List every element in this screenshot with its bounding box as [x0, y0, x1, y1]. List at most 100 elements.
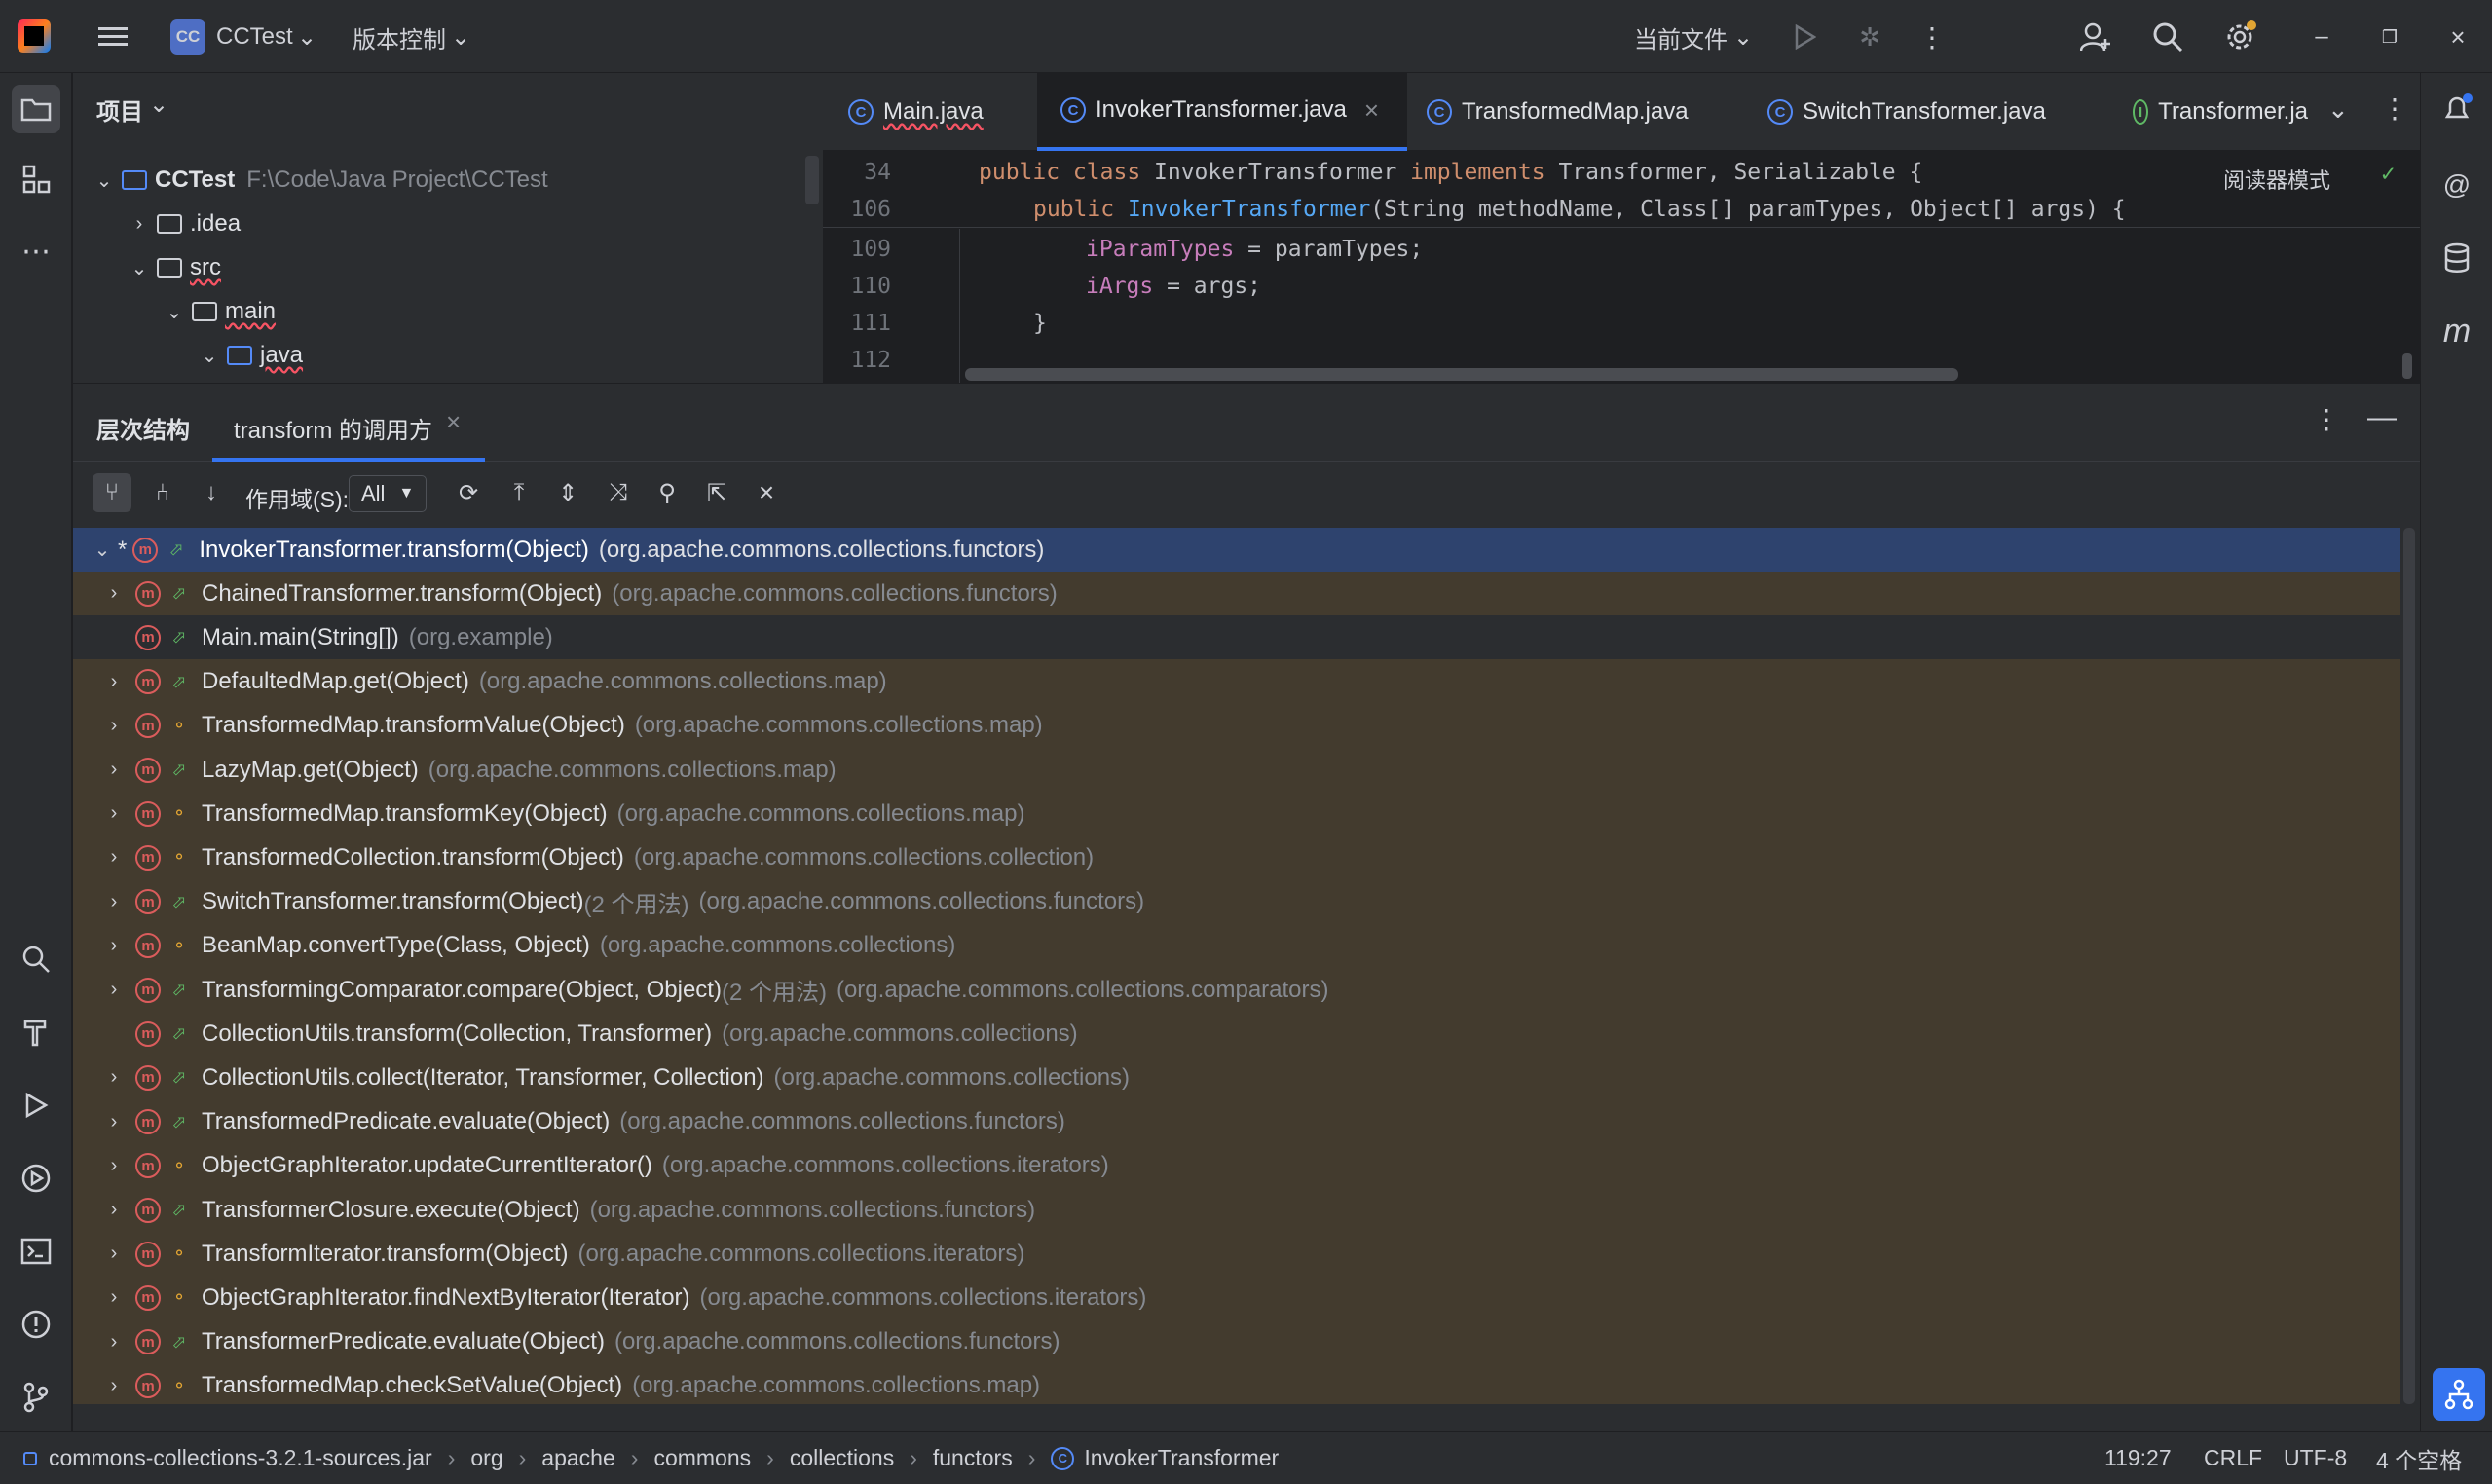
code-line[interactable]: 111 } [823, 305, 1046, 342]
tab-invokertransformer-java[interactable]: C InvokerTransformer.java × [1037, 73, 1407, 151]
settings-gear-icon[interactable] [2220, 18, 2259, 56]
breadcrumb-item[interactable]: org [470, 1445, 502, 1471]
chevron-right-icon[interactable]: › [102, 1243, 126, 1265]
tab-transformer-java[interactable]: I Transformer.ja [2113, 73, 2308, 151]
chevron-right-icon[interactable]: › [128, 213, 151, 236]
tree-row[interactable]: › m ⬀ LazyMap.get(Object) (org.apache.common… [73, 748, 2400, 792]
refresh-icon[interactable]: ⟳ [449, 473, 488, 512]
main-menu-icon[interactable] [95, 19, 130, 55]
chevron-down-icon[interactable]: ⌄ [128, 256, 151, 280]
scrollbar[interactable] [805, 156, 819, 204]
expand-all-icon[interactable]: ⇕ [548, 473, 587, 512]
sticky-line[interactable]: 106 public InvokerTransformer (String met… [823, 191, 2125, 228]
structure-icon[interactable] [12, 155, 60, 204]
tree-item-src[interactable]: ⌄ src [128, 248, 221, 287]
maven-icon[interactable]: m [2433, 307, 2481, 355]
tree-row[interactable]: m ⬀ Main.main(String[]) (org.example) [73, 615, 2400, 660]
close-tab-icon[interactable]: × [1364, 95, 1379, 126]
tree-row[interactable]: m ⬀ CollectionUtils.transform(Collection, … [73, 1012, 2400, 1056]
tree-row[interactable]: › m ⚬ TransformedCollection.transform(Objec… [73, 835, 2400, 879]
restore-icon[interactable]: ❐ [2372, 19, 2407, 55]
search-icon[interactable] [2148, 18, 2187, 56]
git-branch-icon[interactable] [12, 1373, 60, 1422]
chevron-right-icon[interactable]: › [102, 802, 126, 825]
chevron-down-icon[interactable]: ⌄ [163, 300, 186, 324]
tree-row[interactable]: › m ⚬ TransformedMap.transformValue(Object)… [73, 704, 2400, 748]
file-encoding[interactable]: UTF-8 [2284, 1445, 2347, 1471]
tree-row[interactable]: › m ⬀ CollectionUtils.collect(Iterator, Tra… [73, 1056, 2400, 1099]
tree-item-java[interactable]: ⌄ java [198, 336, 303, 375]
tree-row[interactable]: › m ⚬ ObjectGraphIterator.updateCurrentIter… [73, 1144, 2400, 1188]
tree-root-row[interactable]: ⌄ * m ⬀ InvokerTransformer.transform(Object)… [73, 528, 2400, 572]
chevron-down-icon[interactable]: ⌄ [149, 91, 168, 119]
minimize-icon[interactable]: – [2304, 19, 2339, 55]
notifications-bell-icon[interactable] [2433, 85, 2481, 133]
tab-switchtransformer-java[interactable]: C SwitchTransformer.java [1748, 73, 2099, 151]
tree-row[interactable]: › m ⬀ TransformingComparator.compare(Object… [73, 968, 2400, 1012]
code-line[interactable]: 110 iArgs = args; [823, 268, 1261, 305]
chevron-down-icon[interactable]: ⌄ [1733, 19, 1753, 55]
sort-alphabetically-icon[interactable]: ↓ [192, 473, 231, 512]
chevron-right-icon[interactable]: › [102, 1066, 126, 1089]
vertical-scrollbar[interactable] [2403, 528, 2415, 1404]
hierarchy-panel-title[interactable]: 层次结构 [96, 411, 190, 445]
close-icon[interactable]: × [747, 473, 786, 512]
chevron-right-icon[interactable]: › [102, 715, 126, 737]
chevron-right-icon[interactable]: › [102, 582, 126, 605]
vcs-menu[interactable]: 版本控制 [353, 19, 446, 55]
terminal-icon[interactable] [12, 1227, 60, 1276]
chevron-down-icon[interactable]: ⌄ [93, 168, 116, 193]
more-tools-icon[interactable]: ⋯ [12, 227, 60, 276]
project-badge[interactable]: CC [170, 19, 205, 55]
breadcrumb-item[interactable]: commons-collections-3.2.1-sources.jar [49, 1445, 432, 1471]
breadcrumb-item[interactable]: functors [933, 1445, 1013, 1471]
project-panel-title[interactable]: 项目 [96, 93, 143, 127]
chevron-down-icon[interactable]: ⌄ [451, 19, 470, 55]
chevron-down-icon[interactable]: ⌄ [91, 538, 114, 562]
horizontal-scrollbar[interactable] [965, 368, 1958, 381]
chevron-right-icon[interactable]: › [102, 1111, 126, 1133]
line-separator[interactable]: CRLF [2204, 1445, 2262, 1471]
scope-select[interactable]: All ▼ [349, 475, 428, 512]
search-icon[interactable] [12, 935, 60, 983]
base-on-this-icon[interactable]: ⤒ [500, 473, 539, 512]
project-folder-icon[interactable] [12, 85, 60, 133]
ai-assistant-icon[interactable]: @ [2433, 161, 2481, 209]
chevron-down-icon[interactable]: ⌄ [2327, 94, 2349, 125]
chevron-down-icon[interactable]: ⌄ [198, 344, 221, 368]
tree-row[interactable]: › m ⚬ TransformedMap.transformKey(Object) (o… [73, 792, 2400, 835]
tree-item-main[interactable]: ⌄ main [163, 292, 276, 331]
chevron-right-icon[interactable]: › [102, 846, 126, 869]
run-icon[interactable] [12, 1081, 60, 1130]
run-config-select[interactable]: 当前文件 [1634, 19, 1728, 55]
tree-row[interactable]: › m ⬀ DefaultedMap.get(Object) (org.apache.c… [73, 660, 2400, 704]
tree-row[interactable]: › m ⬀ TransformedPredicate.evaluate(Object)… [73, 1100, 2400, 1144]
services-icon[interactable] [12, 1154, 60, 1203]
chevron-down-icon[interactable]: ⌄ [297, 19, 316, 55]
run-icon[interactable] [1788, 19, 1823, 55]
hide-panel-icon[interactable]: — [2367, 401, 2397, 434]
sticky-line[interactable]: 34 public class InvokerTransformer imple… [823, 154, 1922, 191]
caller-hierarchy-icon[interactable]: ⑂ [93, 473, 131, 512]
tab-main-java[interactable]: C Main.java [823, 73, 1037, 151]
breadcrumb-item[interactable]: commons [653, 1445, 751, 1471]
chevron-right-icon[interactable]: › [102, 935, 126, 957]
tree-row[interactable]: › m ⚬ BeanMap.convertType(Class, Object) (or… [73, 924, 2400, 968]
caller-tree[interactable]: ⌄ * m ⬀ InvokerTransformer.transform(Object)… [73, 528, 2400, 1404]
chevron-right-icon[interactable]: › [102, 1331, 126, 1354]
more-options-icon[interactable]: ⋮ [2381, 93, 2408, 125]
tree-row[interactable]: › m ⬀ ChainedTransformer.transform(Object) (… [73, 572, 2400, 615]
inspection-ok-icon[interactable]: ✓ [2381, 160, 2395, 187]
caret-position[interactable]: 119:27 [2104, 1445, 2172, 1471]
hierarchy-tool-icon[interactable] [2433, 1368, 2485, 1421]
tab-transformedmap-java[interactable]: C TransformedMap.java [1407, 73, 1748, 151]
close-window-icon[interactable]: × [2440, 19, 2475, 55]
intellij-logo-icon[interactable] [18, 19, 51, 53]
problems-icon[interactable] [12, 1300, 60, 1349]
tree-row[interactable]: › m ⬀ TransformerClosure.execute(Object) (or… [73, 1188, 2400, 1232]
tree-item-cctest[interactable]: ⌄ CCTest F:\Code\Java Project\CCTest [93, 161, 548, 200]
tree-row[interactable]: › m ⚬ TransformIterator.transform(Object) (o… [73, 1232, 2400, 1276]
reader-mode-button[interactable]: 阅读器模式 [2223, 164, 2330, 195]
breadcrumb-item[interactable]: collections [790, 1445, 894, 1471]
tree-row[interactable]: › m ⬀ SwitchTransformer.transform(Object) (2… [73, 880, 2400, 924]
